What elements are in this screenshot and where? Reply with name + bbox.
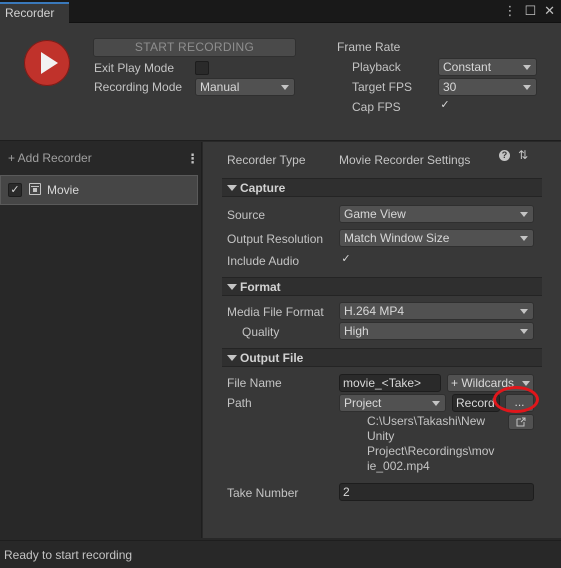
movie-enabled-checkbox[interactable]: ✓ <box>8 183 22 197</box>
full-path-line: Project\Recordings\mov <box>367 444 495 458</box>
close-icon[interactable]: ✕ <box>544 3 555 19</box>
path-root-dropdown[interactable]: Project <box>339 394 446 412</box>
format-section-header[interactable]: Format <box>222 277 542 296</box>
cap-fps-label: Cap FPS <box>352 100 401 114</box>
capture-section-header[interactable]: Capture <box>222 178 542 197</box>
path-label: Path <box>227 396 252 410</box>
open-folder-button[interactable] <box>508 414 534 430</box>
full-path-text: C:\Users\Takashi\New Unity Project\Recor… <box>367 414 507 474</box>
media-file-format-dropdown[interactable]: H.264 MP4 <box>339 302 534 320</box>
more-menu-icon[interactable]: ⋮ <box>503 3 516 19</box>
chevron-down-icon <box>523 85 531 90</box>
maximize-icon[interactable]: ☐ <box>524 3 536 19</box>
chevron-down-icon <box>520 212 528 217</box>
source-dropdown[interactable]: Game View <box>339 205 534 223</box>
include-audio-label: Include Audio <box>227 254 300 268</box>
full-path-line: C:\Users\Takashi\New <box>367 414 486 428</box>
movie-recorder-icon <box>29 183 41 195</box>
chevron-down-icon <box>281 85 289 90</box>
take-number-label: Take Number <box>227 486 299 500</box>
window-controls: ⋮ ☐ ✕ <box>503 3 555 19</box>
chevron-down-icon <box>520 329 528 334</box>
recorder-type-value: Movie Recorder Settings <box>339 153 471 167</box>
list-item-movie[interactable]: ✓ Movie <box>0 175 198 205</box>
exit-play-mode-checkbox[interactable] <box>195 61 209 75</box>
chevron-down-icon <box>432 401 440 406</box>
open-external-icon <box>516 417 526 427</box>
start-recording-button[interactable]: START RECORDING <box>93 38 296 57</box>
cap-fps-checkbox[interactable]: ✓ <box>438 99 452 113</box>
include-audio-checkbox[interactable]: ✓ <box>339 253 353 267</box>
recording-mode-label: Recording Mode <box>94 80 183 94</box>
playback-dropdown[interactable]: Constant <box>438 58 537 76</box>
recorder-type-label: Recorder Type <box>227 153 306 167</box>
tab-recorder[interactable]: Recorder <box>0 2 69 23</box>
source-label: Source <box>227 208 266 222</box>
chevron-down-icon <box>520 236 528 241</box>
full-path-line: Unity <box>367 429 395 443</box>
recording-mode-dropdown[interactable]: Manual <box>195 78 295 96</box>
quality-dropdown[interactable]: High <box>339 322 534 340</box>
exit-play-mode-label: Exit Play Mode <box>94 61 175 75</box>
output-file-section-header[interactable]: Output File <box>222 348 542 367</box>
file-name-label: File Name <box>227 376 282 390</box>
take-number-input[interactable]: 2 <box>339 483 534 501</box>
path-root-value: Project <box>344 396 382 410</box>
add-recorder-button[interactable]: + Add Recorder <box>8 151 92 165</box>
source-value: Game View <box>344 207 406 221</box>
recorder-settings-pane <box>203 142 561 538</box>
file-name-input[interactable]: movie_<Take> <box>339 374 441 392</box>
recording-mode-value: Manual <box>200 80 240 94</box>
status-bar: Ready to start recording <box>0 540 561 568</box>
chevron-down-icon <box>522 381 530 386</box>
frame-rate-label: Frame Rate <box>337 40 401 54</box>
full-path-line: ie_002.mp4 <box>367 459 430 473</box>
media-file-format-value: H.264 MP4 <box>344 304 405 318</box>
quality-value: High <box>344 324 369 338</box>
playback-label: Playback <box>352 60 401 74</box>
tab-bar <box>0 0 561 23</box>
chevron-down-icon <box>523 65 531 70</box>
output-resolution-value: Match Window Size <box>344 231 450 245</box>
preset-settings-icon[interactable]: ⇅ <box>518 148 528 162</box>
help-icon[interactable]: ? <box>499 150 510 161</box>
target-fps-dropdown[interactable]: 30 <box>438 78 537 96</box>
output-resolution-label: Output Resolution <box>227 232 324 246</box>
list-item-label: Movie <box>47 183 80 197</box>
quality-label: Quality <box>242 325 280 339</box>
annotation-circle <box>493 386 539 413</box>
target-fps-value: 30 <box>443 80 457 94</box>
output-resolution-dropdown[interactable]: Match Window Size <box>339 229 534 247</box>
play-record-icon[interactable] <box>24 40 70 86</box>
list-menu-icon[interactable]: ⋮ <box>186 151 199 167</box>
chevron-down-icon <box>520 309 528 314</box>
playback-value: Constant <box>443 60 492 74</box>
target-fps-label: Target FPS <box>352 80 413 94</box>
media-file-format-label: Media File Format <box>227 305 324 319</box>
